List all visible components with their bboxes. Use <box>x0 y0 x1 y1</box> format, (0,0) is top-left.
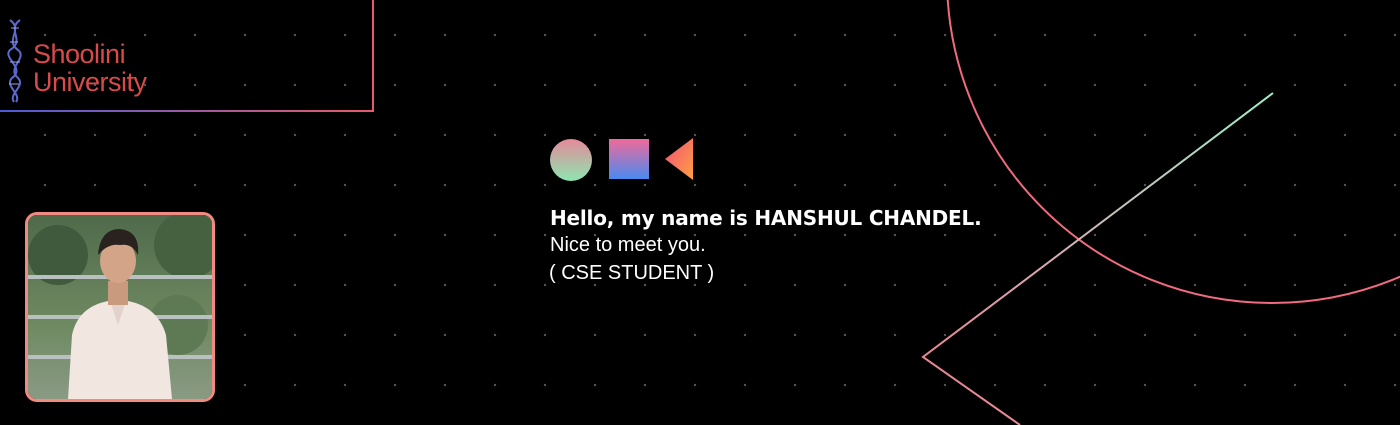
triangle-icon <box>665 138 693 180</box>
logo-line2: University <box>33 67 147 97</box>
decorative-circle <box>946 0 1400 304</box>
decorative-triangle <box>921 92 1274 425</box>
profile-photo <box>25 212 215 402</box>
avatar <box>28 215 212 399</box>
shape-icons <box>550 138 693 181</box>
square-icon <box>609 139 649 179</box>
role-text: ( CSE STUDENT ) <box>549 262 715 284</box>
subtitle-text: Nice to meet you. <box>550 234 706 256</box>
greeting-heading: Hello, my name is HANSHUL CHANDEL. <box>550 206 982 230</box>
circle-icon <box>550 139 592 181</box>
logo-line1: Shoolini <box>33 39 126 69</box>
university-logo: Shoolini University <box>33 40 147 96</box>
